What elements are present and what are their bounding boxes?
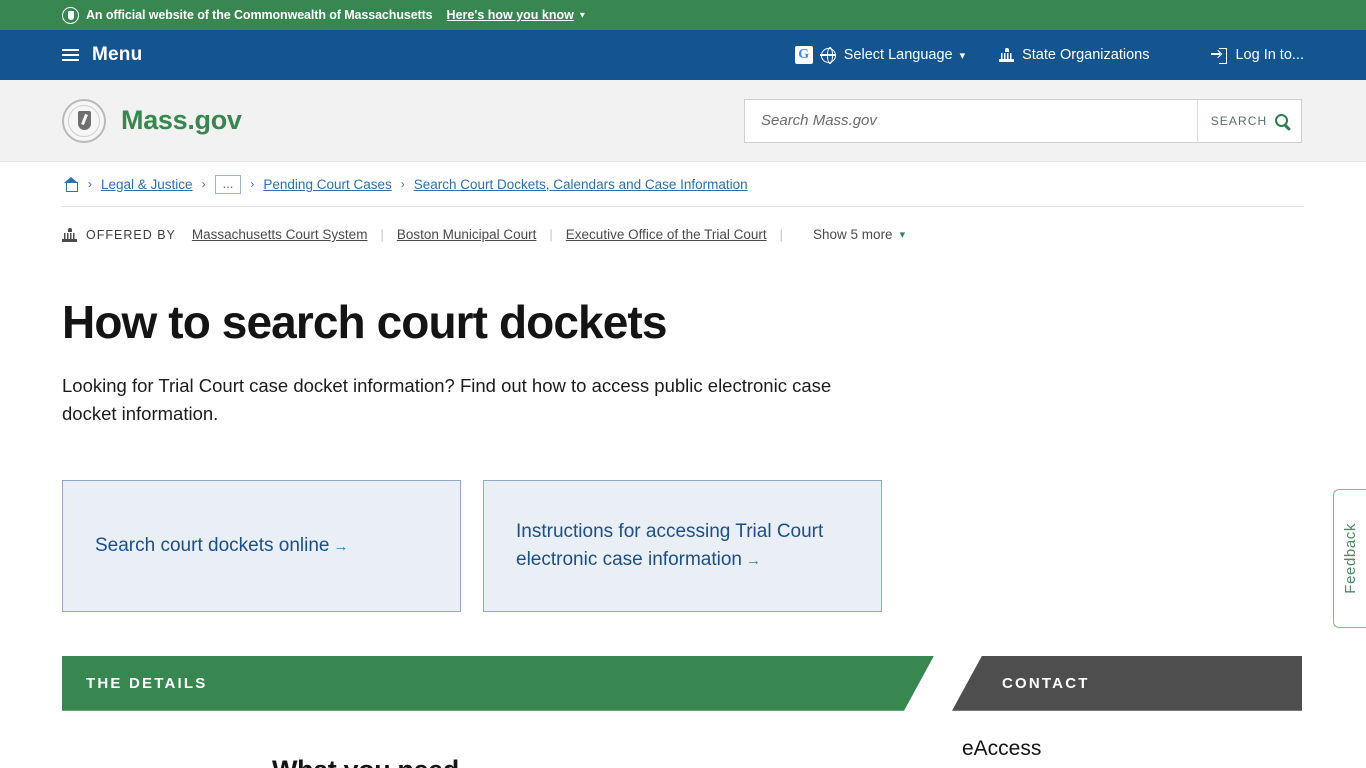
- chevron-down-icon[interactable]: ▾: [580, 10, 585, 21]
- menu-button-label: Menu: [92, 44, 143, 65]
- lower-content: What you need What you need eAccess Onli…: [0, 737, 1366, 768]
- arrow-right-icon: →: [333, 537, 349, 555]
- official-banner-text: An official website of the Commonwealth …: [86, 8, 433, 22]
- cta-card-row: Search court dockets online → Instruction…: [62, 479, 1304, 612]
- official-website-banner: An official website of the Commonwealth …: [0, 0, 1366, 30]
- cta-card-search-court-dockets-online[interactable]: Search court dockets online →: [62, 479, 461, 612]
- show-more-organizations-button[interactable]: Show 5 more ▾: [813, 227, 905, 242]
- heres-how-you-know-toggle[interactable]: Here's how you know: [447, 8, 574, 22]
- shield-seal-icon: [62, 6, 79, 24]
- section-banner-contact: CONTACT: [952, 655, 1302, 711]
- primary-navigation-bar: Menu G Select Language ▾ State Organizat…: [0, 30, 1366, 80]
- details-heading-what-you-need: What you need: [272, 755, 936, 768]
- cta-card-label: Instructions for accessing Trial Court e…: [516, 518, 849, 574]
- search-button[interactable]: SEARCH: [1197, 99, 1301, 142]
- brand-name: Mass.gov: [121, 105, 242, 135]
- offered-by-row: OFFERED BY Massachusetts Court System | …: [62, 207, 1304, 262]
- details-body: What you need: [272, 737, 936, 768]
- hamburger-icon: [62, 49, 79, 61]
- login-arrow-icon: [1211, 48, 1228, 64]
- offered-by-org-boston-municipal-court[interactable]: Boston Municipal Court: [397, 227, 537, 242]
- how-you-know-label: Here's how you know: [446, 8, 574, 22]
- select-language-control[interactable]: G Select Language ▾: [794, 46, 966, 64]
- menu-button[interactable]: Menu: [0, 44, 142, 66]
- section-banner-row: THE DETAILS CONTACT: [0, 655, 1366, 711]
- breadcrumb-item-legal-justice[interactable]: Legal & Justice: [101, 177, 193, 192]
- chevron-down-icon: ▾: [959, 49, 966, 62]
- cta-card-text: Instructions for accessing Trial Court e…: [516, 520, 824, 570]
- search-input[interactable]: [745, 99, 1197, 142]
- site-header: Mass.gov SEARCH: [0, 80, 1366, 162]
- log-in-to-link[interactable]: Log In to...: [1211, 47, 1304, 64]
- capitol-building-icon: [62, 227, 77, 242]
- divider: |: [549, 227, 553, 242]
- feedback-tab-label: Feedback: [1341, 523, 1359, 594]
- divider: |: [380, 227, 384, 242]
- contact-heading-eaccess: eAccess: [962, 736, 1042, 760]
- home-icon[interactable]: [62, 176, 79, 192]
- page-title: How to search court dockets: [62, 296, 667, 348]
- breadcrumb-expand-button[interactable]: ...: [214, 174, 242, 194]
- feedback-tab[interactable]: Feedback: [1333, 489, 1366, 628]
- chevron-down-icon: ▾: [899, 229, 906, 241]
- massgov-logo-link[interactable]: Mass.gov: [0, 98, 242, 143]
- search-button-label: SEARCH: [1210, 113, 1268, 128]
- cta-card-label: Search court dockets online →: [95, 532, 348, 560]
- google-translate-icon: G: [794, 46, 813, 64]
- offered-by-org-executive-office-trial-court[interactable]: Executive Office of the Trial Court: [566, 227, 767, 242]
- site-search: SEARCH: [744, 98, 1302, 143]
- section-side-nav: What you need: [62, 737, 272, 768]
- breadcrumb-separator: ›: [201, 177, 206, 191]
- contact-label: CONTACT: [1002, 674, 1090, 692]
- divider: |: [779, 227, 784, 242]
- magnifier-icon: [1275, 114, 1289, 127]
- offered-by-org-massachusetts-court-system[interactable]: Massachusetts Court System: [192, 227, 368, 242]
- capitol-building-icon: [999, 48, 1015, 62]
- offered-by-label: OFFERED BY: [86, 227, 176, 242]
- page-lede: Looking for Trial Court case docket info…: [62, 375, 832, 425]
- select-language-label: Select Language: [843, 47, 953, 63]
- commonwealth-seal-icon: [62, 98, 106, 143]
- log-in-label: Log In to...: [1235, 47, 1304, 63]
- the-details-label: THE DETAILS: [86, 674, 208, 692]
- nav-right-group: G Select Language ▾ State Organizations …: [794, 46, 1366, 64]
- breadcrumb-separator: ›: [250, 177, 255, 191]
- breadcrumb: › Legal & Justice › ... › Pending Court …: [62, 162, 1304, 207]
- section-banner-the-details: THE DETAILS: [62, 656, 934, 711]
- cta-card-instructions-trial-court-electronic-case-information[interactable]: Instructions for accessing Trial Court e…: [483, 479, 882, 612]
- breadcrumb-item-pending-court-cases[interactable]: Pending Court Cases: [263, 177, 391, 192]
- show-more-label: Show 5 more: [813, 227, 893, 242]
- page-container: › Legal & Justice › ... › Pending Court …: [0, 162, 1366, 612]
- cta-card-text: Search court dockets online: [95, 534, 330, 556]
- state-organizations-link[interactable]: State Organizations: [999, 47, 1149, 63]
- state-organizations-label: State Organizations: [1022, 47, 1150, 63]
- breadcrumb-separator: ›: [88, 177, 92, 191]
- contact-column: eAccess Online: [954, 737, 1304, 768]
- breadcrumb-separator: ›: [400, 177, 405, 191]
- globe-icon: [820, 47, 836, 64]
- breadcrumb-item-search-court-dockets[interactable]: Search Court Dockets, Calendars and Case…: [414, 177, 748, 192]
- arrow-right-icon: →: [746, 551, 761, 569]
